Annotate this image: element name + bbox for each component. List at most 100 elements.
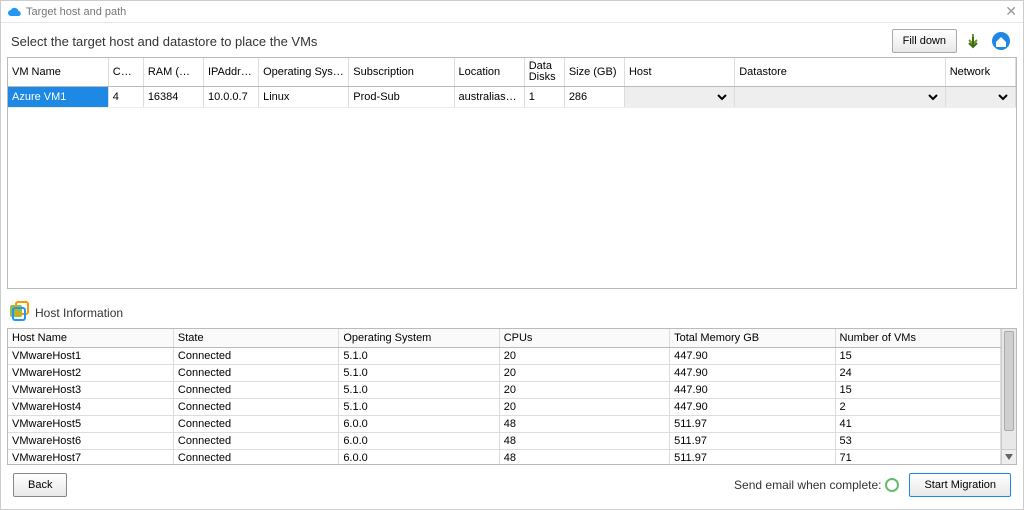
- col-size[interactable]: Size (GB): [564, 58, 624, 86]
- cell-hostcpus: 20: [499, 347, 669, 364]
- datastore-select[interactable]: [739, 89, 941, 105]
- cell-hostname: VMwareHost6: [8, 432, 173, 449]
- network-select[interactable]: [950, 89, 1011, 105]
- cell-hostname: VMwareHost3: [8, 381, 173, 398]
- cell-datadisks: 1: [524, 86, 564, 107]
- vmware-icon: [9, 301, 29, 324]
- host-select[interactable]: [629, 89, 730, 105]
- fill-down-arrow-icon[interactable]: [961, 29, 985, 53]
- col-mem[interactable]: Total Memory GB: [670, 329, 835, 347]
- footer-bar: Back Send email when complete: Start Mig…: [7, 465, 1017, 505]
- scrollbar-thumb[interactable]: [1004, 331, 1014, 431]
- cell-hostos: 5.1.0: [339, 381, 499, 398]
- cell-network[interactable]: [945, 86, 1015, 107]
- col-cpus[interactable]: CPUs: [108, 58, 143, 86]
- back-button[interactable]: Back: [13, 473, 67, 497]
- cell-state: Connected: [173, 415, 338, 432]
- col-subscription[interactable]: Subscription: [349, 58, 454, 86]
- col-ram[interactable]: RAM (MB): [143, 58, 203, 86]
- cell-hostcpus: 20: [499, 381, 669, 398]
- cell-numvms: 41: [835, 415, 1000, 432]
- email-toggle[interactable]: [885, 478, 899, 492]
- start-migration-button[interactable]: Start Migration: [909, 473, 1011, 497]
- col-hostname[interactable]: Host Name: [8, 329, 173, 347]
- col-host[interactable]: Host: [624, 58, 734, 86]
- cell-state: Connected: [173, 364, 338, 381]
- email-label: Send email when complete:: [734, 478, 881, 492]
- col-vmname[interactable]: VM Name: [8, 58, 108, 86]
- cell-ram: 16384: [143, 86, 203, 107]
- host-row[interactable]: VMwareHost1Connected5.1.020447.9015: [8, 347, 1001, 364]
- instruction-bar: Select the target host and datastore to …: [7, 27, 1017, 57]
- cell-hostos: 5.1.0: [339, 347, 499, 364]
- col-state[interactable]: State: [173, 329, 338, 347]
- cell-hostcpus: 48: [499, 432, 669, 449]
- host-scrollbar[interactable]: [1001, 329, 1016, 464]
- col-hostos[interactable]: Operating System: [339, 329, 499, 347]
- host-grid[interactable]: Host Name State Operating System CPUs To…: [7, 328, 1017, 465]
- cell-numvms: 71: [835, 449, 1000, 464]
- vm-grid-header: VM Name CPUs RAM (MB) IPAddress Operatin…: [8, 58, 1016, 86]
- cell-numvms: 2: [835, 398, 1000, 415]
- cell-state: Connected: [173, 381, 338, 398]
- cell-hostcpus: 48: [499, 415, 669, 432]
- window-title: Target host and path: [26, 6, 126, 18]
- cell-cpus: 4: [108, 86, 143, 107]
- cell-hostname: VMwareHost2: [8, 364, 173, 381]
- vm-row[interactable]: Azure VM141638410.0.0.7LinuxProd-Subaust…: [8, 86, 1016, 107]
- home-icon[interactable]: [989, 29, 1013, 53]
- host-info-label: Host Information: [35, 306, 123, 320]
- cell-subscription: Prod-Sub: [349, 86, 454, 107]
- host-row[interactable]: VMwareHost7Connected6.0.048511.9771: [8, 449, 1001, 464]
- cell-state: Connected: [173, 347, 338, 364]
- col-ip[interactable]: IPAddress: [203, 58, 258, 86]
- cell-mem: 511.97: [670, 449, 835, 464]
- host-row[interactable]: VMwareHost2Connected5.1.020447.9024: [8, 364, 1001, 381]
- close-icon[interactable]: ✕: [1005, 3, 1017, 20]
- cell-hostos: 5.1.0: [339, 398, 499, 415]
- cell-hostcpus: 48: [499, 449, 669, 464]
- cell-mem: 511.97: [670, 415, 835, 432]
- cell-hostcpus: 20: [499, 364, 669, 381]
- host-info-header: Host Information: [7, 299, 1017, 328]
- host-row[interactable]: VMwareHost3Connected5.1.020447.9015: [8, 381, 1001, 398]
- cell-vmname[interactable]: Azure VM1: [8, 86, 108, 107]
- cell-hostos: 5.1.0: [339, 364, 499, 381]
- cell-mem: 447.90: [670, 398, 835, 415]
- cell-host[interactable]: [624, 86, 734, 107]
- titlebar: Target host and path ✕: [1, 1, 1023, 23]
- vm-grid[interactable]: VM Name CPUs RAM (MB) IPAddress Operatin…: [7, 57, 1017, 289]
- cell-datastore[interactable]: [735, 86, 946, 107]
- cell-state: Connected: [173, 449, 338, 464]
- instruction-text: Select the target host and datastore to …: [11, 34, 892, 49]
- host-row[interactable]: VMwareHost4Connected5.1.020447.902: [8, 398, 1001, 415]
- cell-hostos: 6.0.0: [339, 432, 499, 449]
- cell-hostname: VMwareHost4: [8, 398, 173, 415]
- cell-hostcpus: 20: [499, 398, 669, 415]
- col-location[interactable]: Location: [454, 58, 524, 86]
- host-row[interactable]: VMwareHost6Connected6.0.048511.9753: [8, 432, 1001, 449]
- col-datadisks[interactable]: DataDisks: [524, 58, 564, 86]
- col-numvms[interactable]: Number of VMs: [835, 329, 1000, 347]
- cell-hostos: 6.0.0: [339, 449, 499, 464]
- cell-state: Connected: [173, 398, 338, 415]
- col-network[interactable]: Network: [945, 58, 1015, 86]
- cell-hostname: VMwareHost7: [8, 449, 173, 464]
- cell-mem: 447.90: [670, 347, 835, 364]
- host-row[interactable]: VMwareHost5Connected6.0.048511.9741: [8, 415, 1001, 432]
- cell-ip: 10.0.0.7: [203, 86, 258, 107]
- cell-state: Connected: [173, 432, 338, 449]
- fill-down-button[interactable]: Fill down: [892, 29, 957, 53]
- cell-hostname: VMwareHost5: [8, 415, 173, 432]
- cell-numvms: 53: [835, 432, 1000, 449]
- host-grid-header: Host Name State Operating System CPUs To…: [8, 329, 1001, 347]
- cell-location: australiasout..: [454, 86, 524, 107]
- scroll-down-icon[interactable]: [1002, 449, 1016, 464]
- cell-numvms: 24: [835, 364, 1000, 381]
- col-os[interactable]: Operating System: [259, 58, 349, 86]
- col-datastore[interactable]: Datastore: [735, 58, 946, 86]
- cell-hostname: VMwareHost1: [8, 347, 173, 364]
- col-hostcpus[interactable]: CPUs: [499, 329, 669, 347]
- cell-mem: 511.97: [670, 432, 835, 449]
- cell-mem: 447.90: [670, 381, 835, 398]
